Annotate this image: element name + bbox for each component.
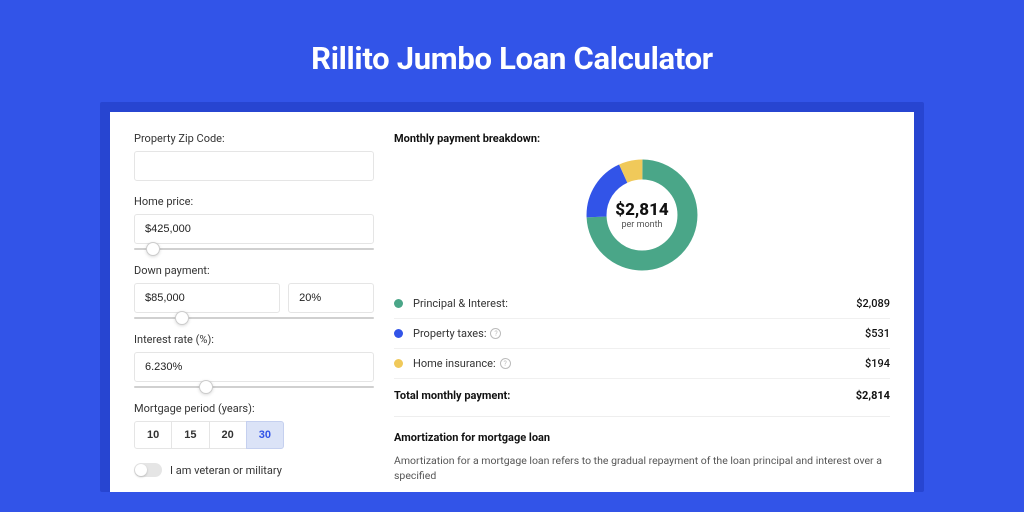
legend-label: Property taxes: ? xyxy=(413,327,865,340)
payment-donut-chart: $2,814 per month xyxy=(582,155,702,275)
legend-label: Principal & Interest: xyxy=(413,297,856,310)
legend-value: $2,089 xyxy=(856,297,890,310)
legend-row: Home insurance: ?$194 xyxy=(394,349,890,379)
home-price-slider[interactable] xyxy=(134,248,374,250)
breakdown-title: Monthly payment breakdown: xyxy=(394,132,890,145)
amortization-section: Amortization for mortgage loan Amortizat… xyxy=(394,416,890,483)
total-value: $2,814 xyxy=(856,389,890,402)
zip-label: Property Zip Code: xyxy=(134,132,374,145)
calculator-frame: Property Zip Code: Home price: Down paym… xyxy=(100,102,924,492)
period-option-15[interactable]: 15 xyxy=(171,421,209,449)
down-payment-amount-input[interactable] xyxy=(134,283,280,313)
down-payment-slider-thumb[interactable] xyxy=(175,311,189,325)
interest-rate-label: Interest rate (%): xyxy=(134,333,374,346)
home-price-label: Home price: xyxy=(134,195,374,208)
calculator-card: Property Zip Code: Home price: Down paym… xyxy=(110,112,914,492)
info-icon[interactable]: ? xyxy=(500,358,511,369)
down-payment-slider[interactable] xyxy=(134,317,374,319)
down-payment-label: Down payment: xyxy=(134,264,374,277)
home-price-slider-thumb[interactable] xyxy=(146,242,160,256)
amortization-text: Amortization for a mortgage loan refers … xyxy=(394,454,890,483)
info-icon[interactable]: ? xyxy=(490,328,501,339)
legend-dot-icon xyxy=(394,359,403,368)
zip-input[interactable] xyxy=(134,151,374,181)
donut-center-amount: $2,814 xyxy=(615,200,668,220)
down-payment-percent-input[interactable] xyxy=(288,283,374,313)
legend-row: Property taxes: ?$531 xyxy=(394,319,890,349)
legend-dot-icon xyxy=(394,329,403,338)
legend-row: Principal & Interest:$2,089 xyxy=(394,289,890,319)
period-option-20[interactable]: 20 xyxy=(209,421,247,449)
inputs-panel: Property Zip Code: Home price: Down paym… xyxy=(134,132,374,492)
legend-label: Home insurance: ? xyxy=(413,357,865,370)
legend-value: $531 xyxy=(865,327,890,340)
breakdown-legend: Principal & Interest:$2,089Property taxe… xyxy=(394,289,890,379)
results-panel: Monthly payment breakdown: $2,814 per mo… xyxy=(394,132,890,492)
period-option-30[interactable]: 30 xyxy=(246,421,284,449)
veteran-toggle-label: I am veteran or military xyxy=(170,464,282,477)
interest-rate-slider-thumb[interactable] xyxy=(199,380,213,394)
interest-rate-slider[interactable] xyxy=(134,386,374,388)
mortgage-period-group: 10152030 xyxy=(134,421,374,449)
home-price-input[interactable] xyxy=(134,214,374,244)
veteran-toggle[interactable] xyxy=(134,463,162,477)
amortization-heading: Amortization for mortgage loan xyxy=(394,431,890,444)
period-option-10[interactable]: 10 xyxy=(134,421,172,449)
legend-dot-icon xyxy=(394,299,403,308)
interest-rate-input[interactable] xyxy=(134,352,374,382)
page-title: Rillito Jumbo Loan Calculator xyxy=(0,0,1024,102)
total-label: Total monthly payment: xyxy=(394,389,856,402)
mortgage-period-label: Mortgage period (years): xyxy=(134,402,374,415)
legend-value: $194 xyxy=(865,357,890,370)
donut-center-sub: per month xyxy=(621,220,662,230)
